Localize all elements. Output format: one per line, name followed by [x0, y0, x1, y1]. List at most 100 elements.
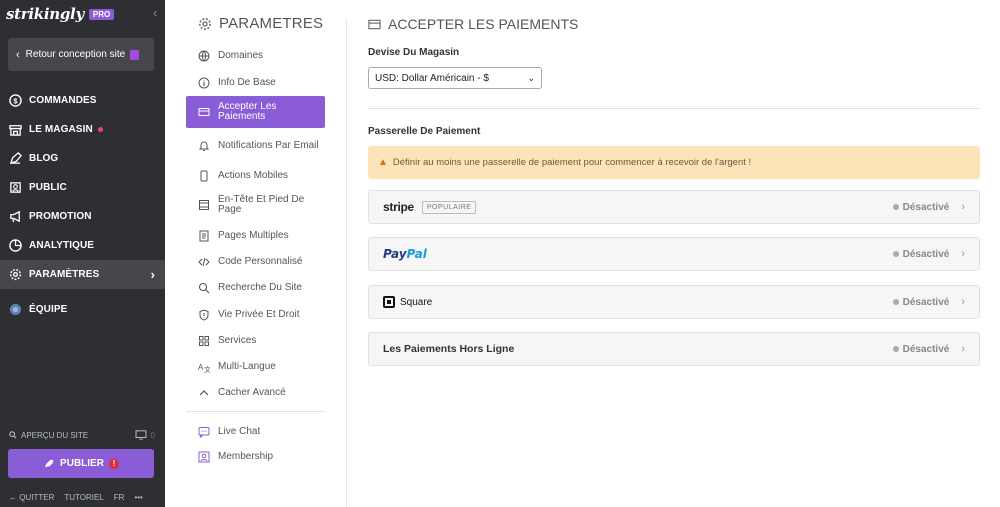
nav-label: LE MAGASIN [29, 124, 93, 135]
site-preview[interactable]: APERÇU DU SITE 0 [9, 430, 155, 440]
language-link[interactable]: FR [114, 493, 125, 502]
settings-title: PARAMETRES [198, 15, 323, 32]
brand-logo: strikingly [6, 5, 84, 23]
team-icon [9, 303, 22, 316]
offline-payments-label: Les Paiements Hors Ligne [383, 343, 515, 355]
gateway-card-offline[interactable]: Les Paiements Hors Ligne Désactivé › [368, 332, 980, 366]
nav-label: PUBLIC [29, 182, 67, 193]
main-nav: $ COMMANDES LE MAGASIN BLOG PUBLIC PROMO… [0, 86, 165, 324]
settings-item-live-chat[interactable]: Live Chat [186, 425, 325, 439]
square-label: Square [400, 296, 433, 308]
settings-item-membership[interactable]: Membership [186, 450, 325, 464]
nav-label: ANALYTIQUE [29, 240, 95, 251]
settings-item-services[interactable]: Services [186, 334, 325, 348]
megaphone-icon [10, 210, 20, 223]
square-icon [383, 296, 395, 308]
paypal-logo-pay: Pay [383, 247, 407, 261]
chat-icon [198, 427, 210, 438]
dollar-icon: $ [9, 94, 22, 107]
globe-icon [198, 50, 210, 62]
settings-item-label: Recherche Du Site [218, 282, 302, 293]
card-icon [198, 108, 210, 116]
settings-item-notifications[interactable]: Notifications Par Email [186, 135, 325, 157]
chevron-up-icon [199, 390, 209, 396]
gear-icon [199, 17, 211, 30]
settings-item-code[interactable]: Code Personnalisé [186, 255, 325, 269]
card-icon [368, 19, 381, 29]
settings-item-en-tete[interactable]: En-Tête Et Pied De Page [186, 194, 325, 216]
nav-item-promotion[interactable]: PROMOTION [0, 202, 165, 231]
store-icon [9, 125, 22, 136]
site-icon [130, 49, 140, 60]
warning-badge: ! [108, 458, 119, 469]
warning-icon: ▲ [378, 157, 388, 168]
nav-label: PARAMÈTRES [29, 269, 100, 280]
settings-item-label: Membership [218, 451, 274, 462]
collapse-sidebar-icon[interactable]: ‹ [153, 5, 157, 20]
tutorial-link[interactable]: TUTORIEL [64, 493, 103, 502]
status-dot [892, 204, 899, 210]
layout-icon [199, 200, 209, 210]
gateway-card-square[interactable]: Square Désactivé › [368, 285, 980, 319]
settings-item-cacher-avance[interactable]: Cacher Avancé [186, 386, 325, 400]
mobile-icon [200, 170, 208, 182]
nav-item-analytique[interactable]: ANALYTIQUE [0, 231, 165, 260]
currency-select[interactable]: USD: Dollar Américain - $ ⌄ [368, 67, 542, 89]
settings-item-recherche[interactable]: Recherche Du Site [186, 281, 325, 295]
translate-icon: A文 [198, 363, 210, 373]
settings-item-label: Actions Mobiles [218, 170, 289, 181]
nav-label: PROMOTION [29, 211, 92, 222]
settings-item-label: En-Tête Et Pied De Page [218, 194, 305, 215]
nav-item-parametres[interactable]: PARAMÈTRES › [0, 260, 165, 289]
publish-label: PUBLIER [60, 458, 104, 469]
svg-text:$: $ [13, 96, 18, 105]
analytics-icon [9, 239, 22, 252]
settings-item-info-de-base[interactable]: Info De Base [186, 76, 325, 90]
nav-item-commandes[interactable]: $ COMMANDES [0, 86, 165, 115]
sidebar-footer: ← QUITTER TUTORIEL FR ••• [9, 493, 159, 502]
settings-item-label: Accepter Les Paiements [218, 101, 277, 122]
settings-item-vie-privee[interactable]: Vie Privée Et Droit [186, 308, 325, 322]
pages-icon [199, 230, 209, 242]
chevron-down-icon: ⌄ [527, 72, 535, 83]
nav-label: BLOG [29, 153, 59, 164]
nav-item-equipe[interactable]: ÉQUIPE [0, 295, 165, 324]
nav-item-blog[interactable]: BLOG [0, 144, 165, 173]
publish-button[interactable]: PUBLIER ! [8, 449, 154, 478]
status-dot [892, 299, 899, 305]
currency-value: USD: Dollar Américain - $ [375, 72, 489, 84]
shield-icon [199, 309, 209, 321]
gateway-card-stripe[interactable]: stripe POPULAIRE Désactivé › [368, 190, 980, 224]
more-menu[interactable]: ••• [134, 493, 142, 502]
back-to-design-button[interactable]: ‹ Retour conception site [8, 38, 154, 71]
gateway-card-paypal[interactable]: PayPal Désactivé › [368, 237, 980, 271]
preview-device[interactable]: 0 [135, 430, 155, 440]
info-icon [198, 77, 210, 89]
code-icon [198, 257, 210, 267]
settings-item-label: Vie Privée Et Droit [218, 309, 300, 320]
brand[interactable]: strikingly PRO [6, 5, 115, 23]
settings-item-label: Pages Multiples [218, 230, 289, 241]
quit-link[interactable]: ← QUITTER [9, 493, 54, 502]
status-label: Désactivé [902, 248, 950, 260]
settings-item-label: Cacher Avancé [218, 387, 286, 398]
gateway-label: Passerelle De Paiement [368, 126, 481, 137]
gear-icon [9, 268, 22, 281]
settings-item-label: Domaines [218, 50, 264, 61]
status-badge: Désactivé [892, 202, 949, 213]
nav-item-le-magasin[interactable]: LE MAGASIN [0, 115, 165, 144]
settings-item-pages-multiples[interactable]: Pages Multiples [186, 229, 325, 243]
bell-icon [198, 141, 210, 151]
currency-label: Devise Du Magasin [368, 47, 460, 58]
paypal-logo-pal: Pal [406, 247, 427, 261]
settings-title-label: PARAMETRES [219, 15, 324, 32]
settings-item-accepter-les-paiements[interactable]: Accepter Les Paiements [186, 96, 325, 128]
settings-item-label: Code Personnalisé [218, 256, 303, 267]
popular-badge: POPULAIRE [421, 200, 477, 214]
nav-item-public[interactable]: PUBLIC [0, 173, 165, 202]
chevron-right-icon: › [961, 248, 965, 260]
settings-item-multi-langue[interactable]: A文 Multi-Langue [186, 360, 325, 374]
settings-item-actions-mobiles[interactable]: Actions Mobiles [186, 169, 325, 183]
chevron-right-icon: › [150, 267, 155, 282]
settings-item-domaines[interactable]: Domaines [186, 49, 325, 63]
